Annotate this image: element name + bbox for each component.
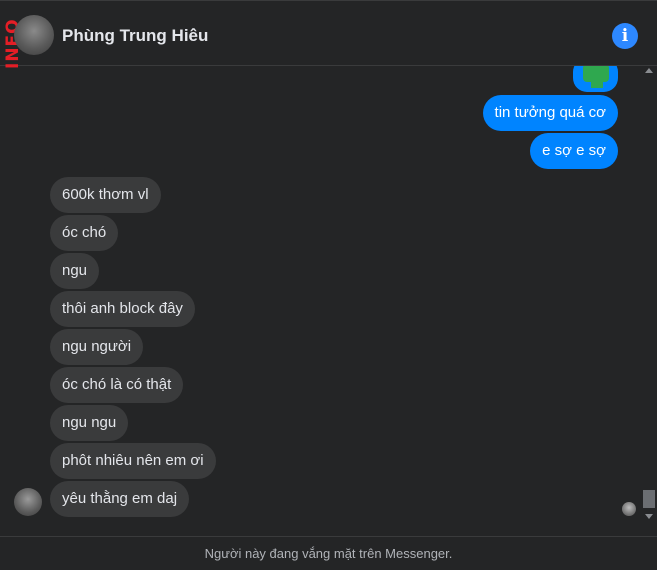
message-bubble-outgoing[interactable]: tin tưởng quá cơ <box>482 95 618 131</box>
contact-name[interactable]: Phùng Trung Hiêu <box>62 26 208 46</box>
sender-avatar[interactable] <box>14 488 42 516</box>
sticker-image-part <box>591 72 603 88</box>
message-bubble-incoming[interactable]: thôi anh block đây <box>50 291 195 327</box>
message-bubble-incoming[interactable]: ngu ngu <box>50 405 129 441</box>
message-bubble-incoming[interactable]: phôt nhiêu nên em ơi <box>50 443 216 479</box>
presence-status-text: Người này đang vắng mặt trên Messenger. <box>204 546 453 561</box>
contact-avatar[interactable] <box>14 15 54 55</box>
seen-receipt-avatar <box>622 502 636 516</box>
presence-status-bar: Người này đang vắng mặt trên Messenger. <box>0 536 657 570</box>
message-bubble-outgoing[interactable]: e sợ e sợ <box>530 133 618 169</box>
message-bubble-incoming[interactable]: óc chó là có thật <box>50 367 184 403</box>
message-bubble-incoming[interactable]: ngu <box>50 253 100 289</box>
info-icon: i <box>621 26 629 46</box>
message-bubble-incoming[interactable]: yêu thằng em daj <box>50 481 190 517</box>
scroll-down-arrow-icon[interactable] <box>645 514 653 519</box>
scroll-thumb[interactable] <box>643 490 655 508</box>
scroll-up-arrow-icon[interactable] <box>645 68 653 73</box>
message-bubble-incoming[interactable]: óc chó <box>50 215 119 251</box>
sticker-message[interactable] <box>573 66 618 92</box>
message-thread[interactable]: tin tưởng quá cơ e sợ e sợ 600k thơm vl … <box>0 66 640 536</box>
thread-scrollbar[interactable] <box>641 66 657 524</box>
conversation-info-button[interactable]: i <box>612 23 638 49</box>
message-bubble-incoming[interactable]: ngu người <box>50 329 144 365</box>
conversation-header: INFO Phùng Trung Hiêu i <box>0 0 657 69</box>
message-bubble-incoming[interactable]: 600k thơm vl <box>50 177 161 213</box>
